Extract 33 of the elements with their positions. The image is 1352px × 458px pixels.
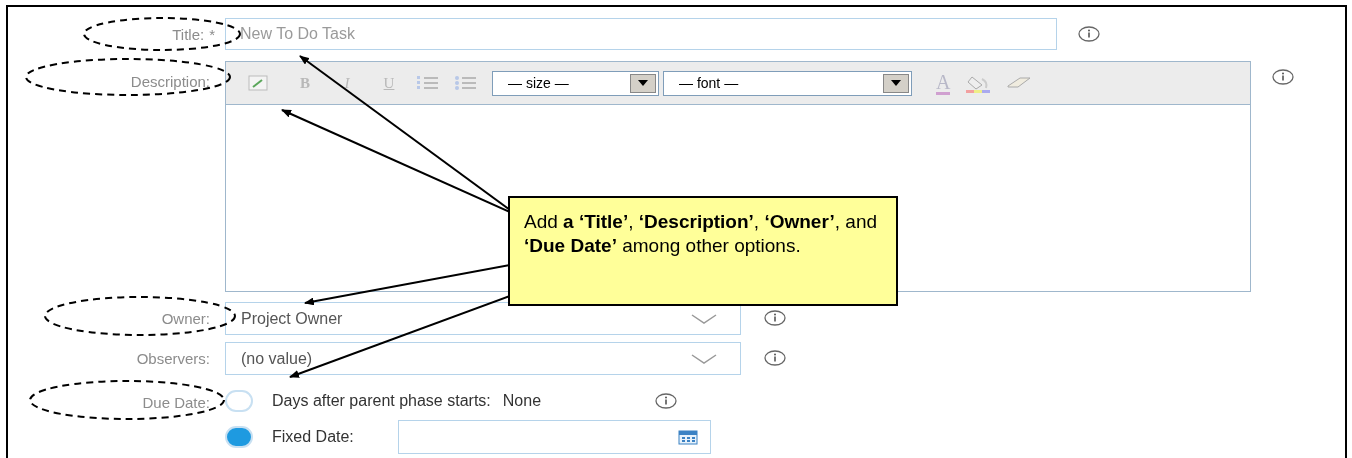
calendar-icon[interactable]	[677, 429, 698, 445]
select-text: — size —	[507, 73, 569, 93]
info-icon[interactable]	[764, 350, 786, 366]
chevron-down-icon[interactable]	[691, 353, 717, 364]
bullet-list-icon[interactable]	[454, 75, 478, 91]
select-value: (no value)	[241, 348, 313, 369]
title-input[interactable]: New To Do Task	[225, 18, 1057, 50]
font-select[interactable]: — font —	[663, 70, 912, 96]
radio-button[interactable]	[225, 426, 253, 448]
field-label: Observers:	[136, 349, 210, 369]
field-label: Due Date:	[142, 393, 210, 413]
date-input[interactable]	[397, 420, 711, 454]
field-label: Description:	[130, 72, 210, 92]
info-icon[interactable]	[764, 310, 786, 326]
observers-select[interactable]: (no value)	[225, 342, 741, 375]
eraser-icon[interactable]	[1006, 75, 1033, 91]
info-icon[interactable]	[655, 393, 678, 409]
image-icon[interactable]	[248, 75, 268, 91]
radio-button[interactable]	[225, 390, 253, 412]
select-text: — font —	[678, 73, 739, 93]
select-value: Project Owner	[241, 308, 343, 329]
size-select[interactable]: — size —	[492, 70, 659, 96]
option-label: Days after parent phase starts:	[272, 391, 491, 411]
field-label: Title:	[172, 25, 205, 45]
required-mark: *	[209, 25, 215, 45]
field-label: Owner:	[161, 309, 210, 329]
info-icon[interactable]	[1078, 26, 1100, 42]
option-label: Fixed Date:	[272, 427, 354, 447]
option-value: None	[502, 391, 542, 411]
numbered-list-icon[interactable]	[416, 75, 440, 91]
callout-note: Add a ‘Title’, ‘Description’, ‘Owner’, and ‘Due Date’ among other options.	[508, 196, 898, 306]
info-icon[interactable]	[1272, 69, 1294, 85]
chevron-down-icon[interactable]	[691, 313, 717, 324]
